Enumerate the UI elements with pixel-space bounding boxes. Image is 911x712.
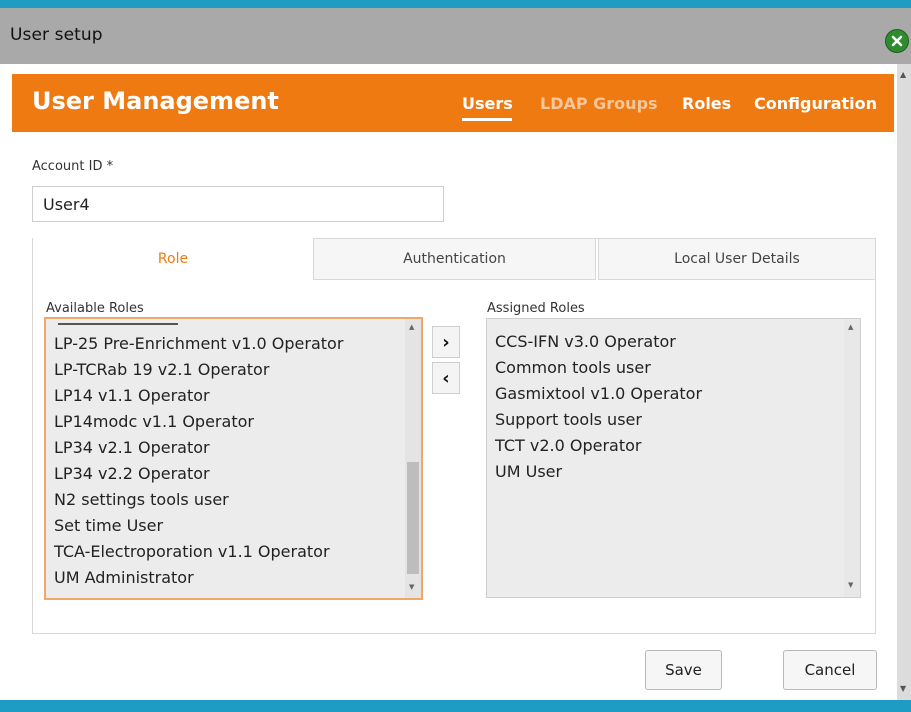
tab-local-user-details[interactable]: Local User Details (598, 238, 876, 280)
list-item[interactable]: LP14modc v1.1 Operator (46, 409, 421, 435)
available-roles-label: Available Roles (46, 301, 144, 316)
window-title: User setup (10, 25, 103, 45)
cancel-button[interactable]: Cancel (783, 650, 877, 690)
scroll-up-icon[interactable]: ▲ (848, 323, 853, 331)
assigned-roles-list[interactable]: CCS-IFN v3.0 Operator Common tools user … (486, 318, 861, 598)
list-item[interactable]: LP14 v1.1 Operator (46, 383, 421, 409)
account-id-label: Account ID * (32, 159, 114, 174)
list-item[interactable]: UM User (487, 459, 860, 485)
scroll-down-icon[interactable]: ▼ (900, 684, 906, 693)
partially-hidden-item (46, 319, 421, 331)
assigned-roles-scrollbar[interactable]: ▲ ▼ (844, 319, 860, 597)
account-id-input[interactable] (32, 186, 444, 222)
app-title: User Management (32, 87, 279, 115)
user-setup-window: User setup User Management Users LDAP Gr… (0, 8, 911, 700)
scroll-down-icon[interactable]: ▼ (848, 581, 853, 589)
list-item[interactable]: Common tools user (487, 355, 860, 381)
dialog-scrollbar[interactable]: ▲ ▼ (897, 64, 911, 700)
app-header: User Management Users LDAP Groups Roles … (12, 74, 894, 132)
list-item[interactable]: UM Administrator (46, 565, 421, 591)
nav-roles[interactable]: Roles (682, 94, 731, 113)
list-item[interactable]: CCS-IFN v3.0 Operator (487, 329, 860, 355)
nav-ldap-groups[interactable]: LDAP Groups (540, 94, 658, 113)
close-x-glyph (891, 35, 903, 47)
list-item[interactable]: LP-TCRab 19 v2.1 Operator (46, 357, 421, 383)
list-item[interactable]: N2 settings tools user (46, 487, 421, 513)
tab-role[interactable]: Role (33, 238, 313, 280)
list-item[interactable]: TCT v2.0 Operator (487, 433, 860, 459)
scroll-down-icon[interactable]: ▼ (409, 583, 414, 591)
list-item[interactable]: TCA-Electroporation v1.1 Operator (46, 539, 421, 565)
assigned-roles-label: Assigned Roles (487, 301, 585, 316)
available-roles-scrollbar[interactable]: ▲ ▼ (405, 319, 421, 598)
scroll-up-icon[interactable]: ▲ (409, 323, 414, 331)
nav-configuration[interactable]: Configuration (754, 94, 877, 113)
available-roles-list[interactable]: LP-25 Pre-Enrichment v1.0 Operator LP-TC… (44, 317, 423, 600)
scroll-up-icon[interactable]: ▲ (900, 70, 906, 79)
list-item[interactable]: LP34 v2.2 Operator (46, 461, 421, 487)
remove-role-button[interactable]: ‹ (432, 362, 460, 394)
add-role-button[interactable]: › (432, 326, 460, 358)
list-item[interactable]: Set time User (46, 513, 421, 539)
list-item[interactable]: LP34 v2.1 Operator (46, 435, 421, 461)
scroll-thumb[interactable] (407, 462, 419, 574)
nav-users[interactable]: Users (462, 94, 513, 113)
save-button[interactable]: Save (645, 650, 722, 690)
close-icon[interactable] (885, 29, 909, 53)
list-item[interactable]: LP-25 Pre-Enrichment v1.0 Operator (46, 331, 421, 357)
dialog-content: User Management Users LDAP Groups Roles … (0, 64, 897, 700)
window-titlebar[interactable]: User setup (0, 8, 911, 64)
list-item[interactable]: Support tools user (487, 407, 860, 433)
nav-active-underline (462, 118, 512, 121)
bottom-frame (0, 700, 911, 712)
list-item[interactable]: Gasmixtool v1.0 Operator (487, 381, 860, 407)
tab-authentication[interactable]: Authentication (313, 238, 596, 280)
